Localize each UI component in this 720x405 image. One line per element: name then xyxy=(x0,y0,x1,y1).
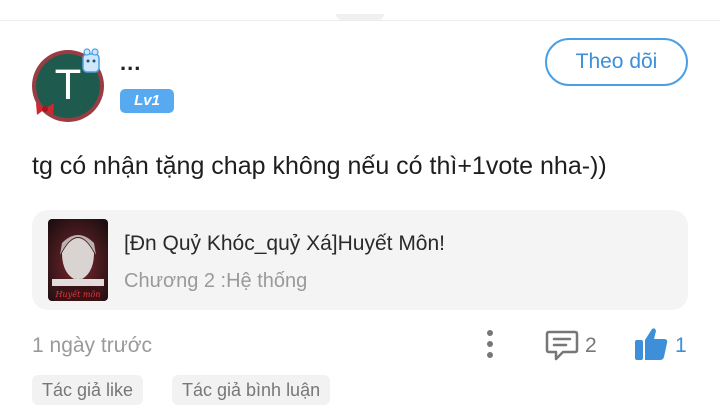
avatar[interactable]: T xyxy=(32,48,104,122)
bow-icon xyxy=(36,103,54,115)
story-chapter: Chương 2 :Hệ thống xyxy=(124,270,308,292)
top-divider xyxy=(0,20,720,21)
reply-count: 2 xyxy=(585,334,597,357)
level-badge: Lv1 xyxy=(120,89,174,113)
comment-time: 1 ngày trước xyxy=(32,334,153,357)
like-count: 1 xyxy=(675,334,687,357)
tag-author-commented: Tác giả bình luận xyxy=(172,375,331,405)
follow-button[interactable]: Theo dõi xyxy=(545,38,688,86)
cover-text: Huyết môn xyxy=(55,290,101,299)
comment-text: tg có nhận tặng chap không nếu có thì+1v… xyxy=(32,152,607,180)
tag-author-liked: Tác giả like xyxy=(32,375,144,405)
avatar-frame-badge-icon xyxy=(82,48,100,73)
story-cover: Huyết môn xyxy=(48,219,108,301)
more-vertical-icon[interactable] xyxy=(478,326,502,362)
story-title: [Đn Quỷ Khóc_quỷ Xá]Huyết Môn! xyxy=(124,232,445,255)
comment-icon[interactable] xyxy=(544,328,580,362)
username[interactable]: ... xyxy=(120,50,141,76)
thumbs-up-icon[interactable] xyxy=(633,326,669,362)
story-card[interactable]: Huyết môn [Đn Quỷ Khóc_quỷ Xá]Huyết Môn!… xyxy=(32,210,688,310)
